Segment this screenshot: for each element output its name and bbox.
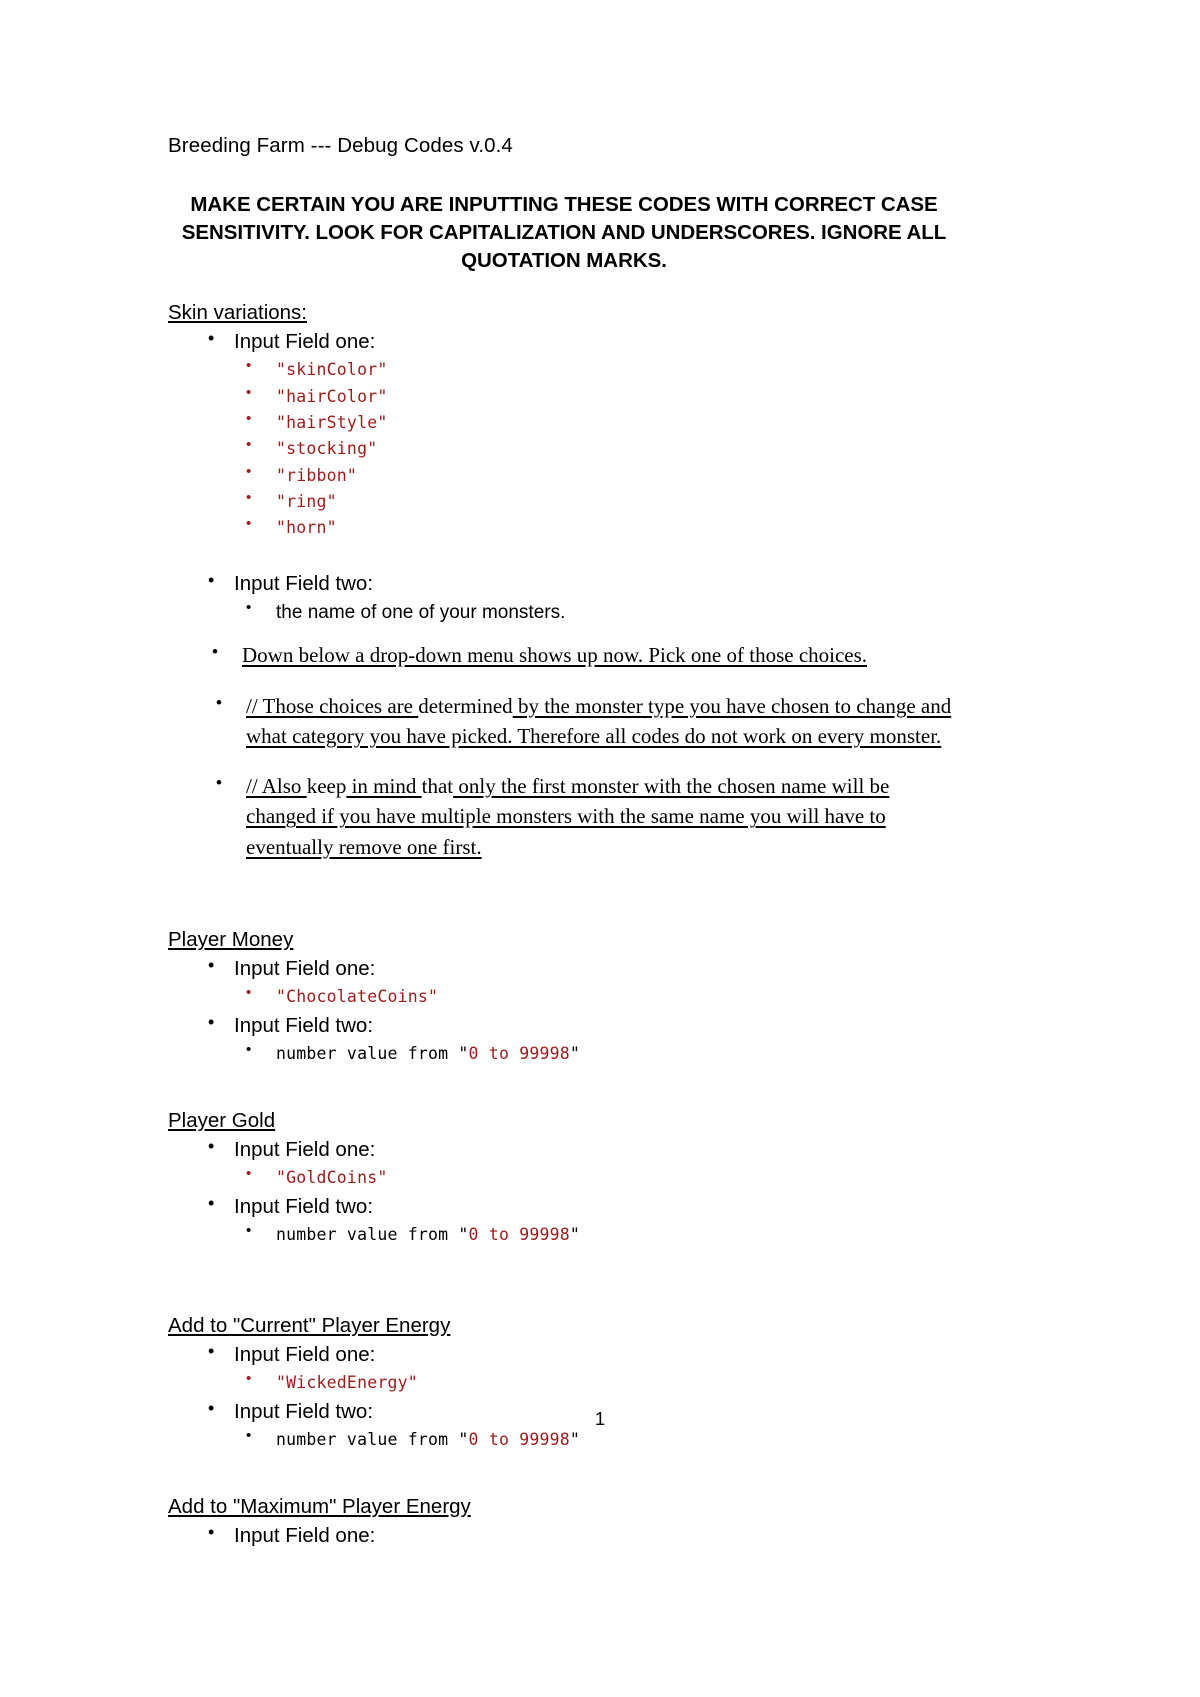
note-dropdown: Down below a drop-down menu shows up now…: [168, 640, 960, 670]
list-item-code: "ChocolateCoins": [168, 982, 960, 1009]
section-skin-variations: Skin variations:: [168, 301, 960, 325]
code-horn: "horn": [276, 518, 337, 538]
code-stocking: "stocking": [276, 439, 378, 459]
note-first-monster: // Also keep in mind that only the first…: [168, 771, 960, 862]
case-sensitivity-notice: MAKE CERTAIN YOU ARE INPUTTING THESE COD…: [181, 193, 947, 273]
player-money-list: Input Field one: "ChocolateCoins" Input …: [168, 953, 960, 1067]
heading-skin-variations: Skin variations:: [168, 301, 308, 325]
skin-variations-list: Input Field one: "skinColor" "hairColor"…: [168, 326, 960, 862]
number-value-suffix: ": [569, 1430, 581, 1450]
list-item-number-range: number value from "0 to 99998": [168, 1425, 960, 1452]
list-item-code: "skinColor": [168, 355, 960, 382]
number-value-prefix: number value from ": [276, 1225, 469, 1245]
number-value-suffix: ": [569, 1044, 581, 1064]
note-one-part1: // Those choices are: [246, 693, 419, 718]
list-item-number-range: number value from "0 to 99998": [168, 1039, 960, 1066]
note-dropdown-text: Down below a drop-down menu shows up now…: [242, 643, 868, 668]
code-hairstyle: "hairStyle": [276, 412, 388, 432]
heading-current-player-energy: Add to "Current" Player Energy: [168, 1313, 451, 1337]
list-item-input-field-two: Input Field two:: [168, 1191, 960, 1221]
list-item-input-field-one: Input Field one:: [168, 1520, 960, 1550]
note-two-part3: in mind: [346, 774, 422, 799]
list-item-number-range: number value from "0 to 99998": [168, 1220, 960, 1247]
list-item-code: "horn": [168, 513, 960, 540]
section-maximum-player-energy: Add to "Maximum" Player Energy: [168, 1495, 960, 1519]
number-value-range: 0 to 99998: [468, 1044, 570, 1064]
list-item-input-field-one: Input Field one:: [168, 1134, 960, 1164]
number-value-suffix: ": [569, 1225, 581, 1245]
number-value-range: 0 to 99998: [468, 1430, 570, 1450]
number-value-prefix: number value from ": [276, 1430, 469, 1450]
note-two-part1: // Also: [246, 774, 307, 799]
list-item-code: "hairColor": [168, 382, 960, 409]
section-current-player-energy: Add to "Current" Player Energy: [168, 1314, 960, 1338]
code-ribbon: "ribbon": [276, 465, 358, 485]
list-item-input-field-two: Input Field two:: [168, 568, 960, 598]
document-body: Breeding Farm --- Debug Codes v.0.4 MAKE…: [168, 132, 960, 1550]
number-value-range: 0 to 99998: [468, 1225, 570, 1245]
note-choices-determined: // Those choices are determined by the m…: [168, 691, 960, 751]
list-item-code: "GoldCoins": [168, 1163, 960, 1190]
player-gold-list: Input Field one: "GoldCoins" Input Field…: [168, 1134, 960, 1248]
list-item-input-field-one: Input Field one:: [168, 1339, 960, 1369]
heading-player-gold: Player Gold: [168, 1108, 276, 1132]
list-item-input-field-two: Input Field two:: [168, 1010, 960, 1040]
list-item-code: "hairStyle": [168, 408, 960, 435]
maximum-player-energy-list: Input Field one:: [168, 1520, 960, 1550]
list-item-code: "ribbon": [168, 461, 960, 488]
note-one-part2: determined: [418, 693, 513, 718]
monster-name-text: the name of one of your monsters.: [276, 601, 566, 623]
list-item-code: "ring": [168, 487, 960, 514]
page-number: 1: [594, 1408, 606, 1429]
current-player-energy-list: Input Field one: "WickedEnergy" Input Fi…: [168, 1339, 960, 1453]
section-player-money: Player Money: [168, 928, 960, 952]
document-page: Breeding Farm --- Debug Codes v.0.4 MAKE…: [0, 0, 1200, 1697]
list-item-input-field-one: Input Field one:: [168, 953, 960, 983]
section-player-gold: Player Gold: [168, 1109, 960, 1133]
code-haircolor: "hairColor": [276, 386, 388, 406]
list-item-code: "WickedEnergy": [168, 1368, 960, 1395]
note-two-part4: that: [421, 774, 454, 799]
code-ring: "ring": [276, 492, 337, 512]
heading-maximum-player-energy: Add to "Maximum" Player Energy: [168, 1494, 471, 1518]
list-item-code: "stocking": [168, 434, 960, 461]
document-title: Breeding Farm --- Debug Codes v.0.4: [168, 134, 513, 157]
note-two-part2: keep: [306, 774, 347, 799]
code-wickedenergy: "WickedEnergy": [276, 1372, 418, 1392]
number-value-prefix: number value from ": [276, 1044, 469, 1064]
list-item-monster-name: the name of one of your monsters.: [168, 597, 960, 627]
code-chocolatecoins: "ChocolateCoins": [276, 987, 439, 1006]
code-goldcoins: "GoldCoins": [276, 1167, 388, 1187]
list-item-input-field-one: Input Field one:: [168, 326, 960, 356]
code-skincolor: "skinColor": [276, 360, 388, 380]
heading-player-money: Player Money: [168, 927, 294, 951]
